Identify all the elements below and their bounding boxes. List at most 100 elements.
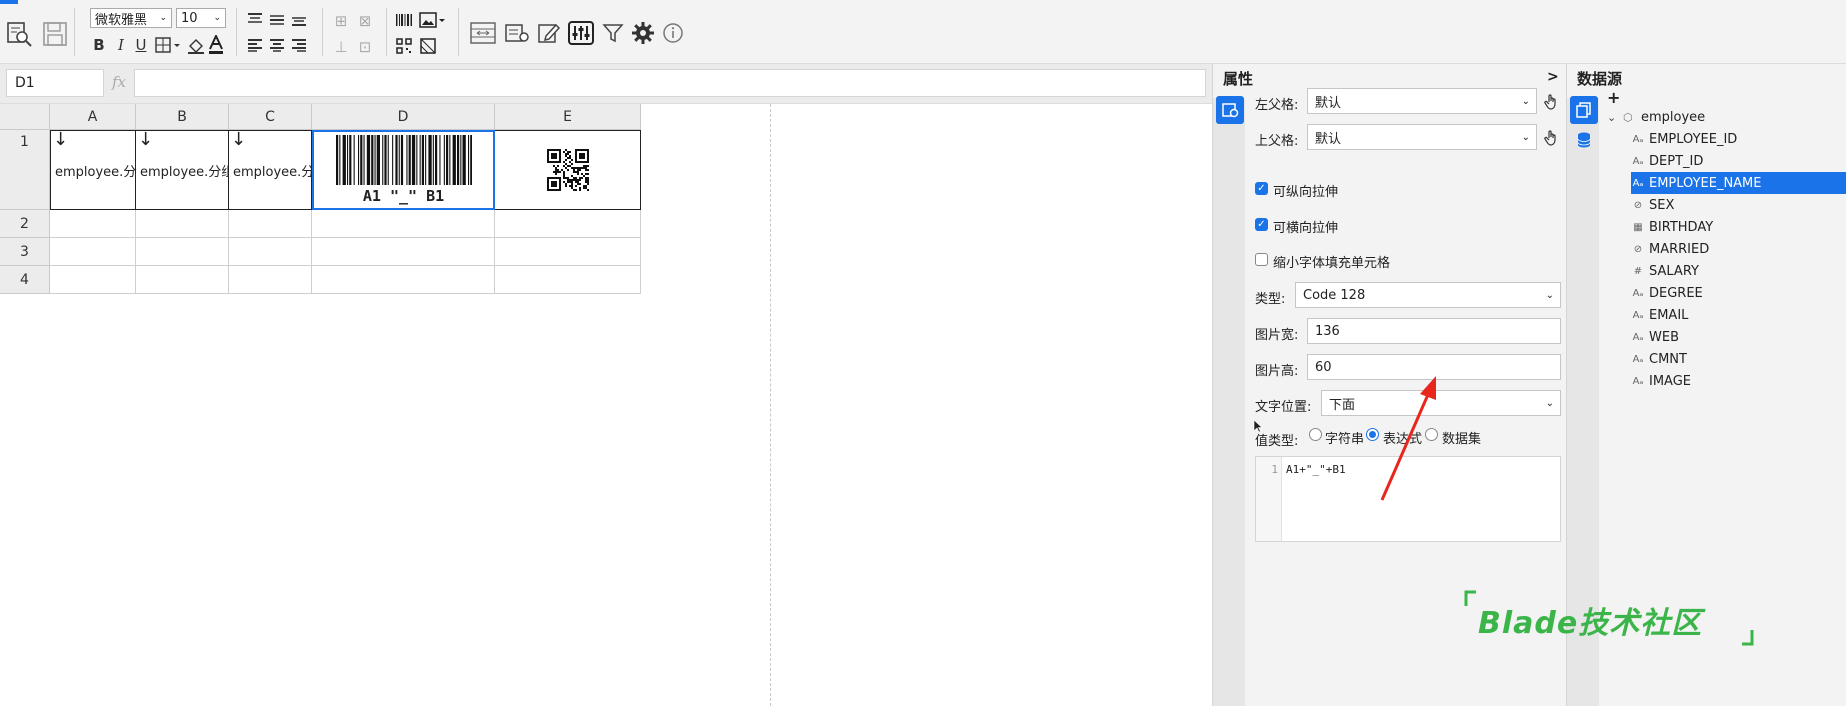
cell-c2[interactable] [229, 210, 312, 238]
cell-c4[interactable] [229, 266, 312, 294]
align-bottom-icon[interactable] [290, 10, 308, 28]
align-center-icon[interactable] [268, 36, 286, 54]
field-cmnt[interactable]: Aₐ CMNT [1631, 348, 1846, 370]
bold-button[interactable]: B [90, 34, 108, 56]
slash-cell-icon[interactable] [418, 36, 438, 56]
font-size-select[interactable]: 10 ⌄ [176, 8, 226, 28]
top-parent-value: 默认 [1315, 131, 1342, 147]
italic-button[interactable]: I [112, 34, 130, 56]
value-type-string-radio[interactable] [1309, 428, 1322, 441]
field-employee-id[interactable]: Aₐ EMPLOYEE_ID [1631, 128, 1846, 150]
field-label: IMAGE [1649, 373, 1692, 389]
cell-d4[interactable] [312, 266, 495, 294]
cell-a1[interactable]: ↓ employee.分组 [50, 130, 136, 210]
gear-icon[interactable] [630, 18, 656, 48]
left-parent-select[interactable]: 默认 ⌄ [1307, 88, 1537, 114]
cell-e2[interactable] [495, 210, 641, 238]
cell-e4[interactable] [495, 266, 641, 294]
cell-e3[interactable] [495, 238, 641, 266]
font-size-value: 10 [181, 10, 198, 26]
text-field-icon: Aₐ [1632, 177, 1644, 189]
tree-root-employee[interactable]: ⌄ ⬡ employee [1607, 106, 1823, 128]
corner-header[interactable] [0, 104, 50, 130]
chevron-down-icon: ⌄ [1545, 397, 1554, 409]
sliders-icon[interactable] [566, 18, 596, 48]
preview-search-icon[interactable] [4, 18, 34, 50]
row-header-1[interactable]: 1 [0, 130, 50, 210]
field-birthday[interactable]: ▦ BIRTHDAY [1631, 216, 1846, 238]
add-datasource-button[interactable]: + [1607, 88, 1620, 107]
chevron-down-icon: ⌄ [213, 13, 221, 23]
image-width-input[interactable]: 136 [1307, 318, 1561, 344]
page-layout-icon[interactable] [468, 18, 498, 48]
underline-button[interactable]: U [132, 34, 150, 56]
hand-pointer-icon[interactable] [1541, 128, 1561, 148]
edit-icon[interactable] [534, 18, 564, 48]
image-height-value: 60 [1315, 359, 1332, 375]
cell-a2[interactable] [50, 210, 136, 238]
spreadsheet-grid[interactable]: A B C D E 1 2 3 4 ↓ employee.分组 ↓ employ… [0, 104, 1212, 706]
cell-b2[interactable] [136, 210, 229, 238]
field-employee-name[interactable]: Aₐ EMPLOYEE_NAME [1631, 172, 1846, 194]
horizontal-stretch-checkbox[interactable]: ✓ [1255, 218, 1268, 231]
field-label: WEB [1649, 329, 1679, 345]
cell-b1[interactable]: ↓ employee.分组 [136, 130, 229, 210]
cell-b4[interactable] [136, 266, 229, 294]
cell-c1[interactable]: ↓ employee.分组 [229, 130, 312, 210]
field-email[interactable]: Aₐ EMAIL [1631, 304, 1846, 326]
row-header-2[interactable]: 2 [0, 210, 50, 238]
field-web[interactable]: Aₐ WEB [1631, 326, 1846, 348]
save-icon[interactable] [40, 18, 70, 50]
col-header-a[interactable]: A [50, 104, 136, 130]
cell-a4[interactable] [50, 266, 136, 294]
cell-properties-tab[interactable] [1216, 96, 1244, 124]
collapse-panel-button[interactable]: > [1547, 69, 1559, 85]
cell-b3[interactable] [136, 238, 229, 266]
datasource-tab[interactable] [1570, 96, 1598, 124]
qrcode-icon[interactable] [394, 36, 414, 56]
col-header-e[interactable]: E [495, 104, 641, 130]
hand-pointer-icon[interactable] [1541, 92, 1561, 112]
row-header-4[interactable]: 4 [0, 266, 50, 294]
cell-e1[interactable] [495, 130, 641, 210]
vertical-stretch-checkbox[interactable]: ✓ [1255, 182, 1268, 195]
vertical-stretch-label: 可纵向拉伸 [1273, 185, 1339, 200]
page-break-line [770, 104, 771, 706]
border-icon[interactable] [154, 34, 182, 56]
field-dept-id[interactable]: Aₐ DEPT_ID [1631, 150, 1846, 172]
font-family-select[interactable]: 微软雅黑 ⌄ [90, 8, 172, 28]
settings-list-icon[interactable] [502, 18, 532, 48]
type-select[interactable]: Code 128 ⌄ [1295, 282, 1561, 308]
align-top-icon[interactable] [246, 10, 264, 28]
col-header-b[interactable]: B [136, 104, 229, 130]
col-header-c[interactable]: C [229, 104, 312, 130]
align-left-icon[interactable] [246, 36, 264, 54]
align-middle-icon[interactable] [268, 10, 286, 28]
cell-d3[interactable] [312, 238, 495, 266]
field-married[interactable]: ⊘ MARRIED [1631, 238, 1846, 260]
field-degree[interactable]: Aₐ DEGREE [1631, 282, 1846, 304]
field-image[interactable]: Aₐ IMAGE [1631, 370, 1846, 392]
cell-d2[interactable] [312, 210, 495, 238]
align-right-icon[interactable] [290, 36, 308, 54]
shrink-font-checkbox[interactable] [1255, 253, 1268, 266]
info-icon[interactable] [660, 18, 686, 48]
text-field-icon: Aₐ [1632, 331, 1644, 343]
cell-d1[interactable]: A1 "_" B1 [312, 130, 495, 210]
image-icon[interactable] [418, 10, 446, 30]
cell-a3[interactable] [50, 238, 136, 266]
field-salary[interactable]: # SALARY [1631, 260, 1846, 282]
barcode-icon[interactable] [394, 10, 414, 30]
field-sex[interactable]: ⊘ SEX [1631, 194, 1846, 216]
database-icon[interactable] [1577, 132, 1593, 148]
editor-code[interactable]: A1+"_"+B1 [1286, 463, 1346, 476]
fill-color-icon[interactable] [186, 34, 206, 56]
col-header-d[interactable]: D [312, 104, 495, 130]
font-color-icon[interactable] [206, 34, 226, 56]
filter-icon[interactable] [600, 18, 626, 48]
top-parent-select[interactable]: 默认 ⌄ [1307, 124, 1537, 150]
row-header-3[interactable]: 3 [0, 238, 50, 266]
formula-input[interactable] [134, 69, 1206, 97]
cell-name-box[interactable]: D1 [6, 69, 104, 97]
cell-c3[interactable] [229, 238, 312, 266]
